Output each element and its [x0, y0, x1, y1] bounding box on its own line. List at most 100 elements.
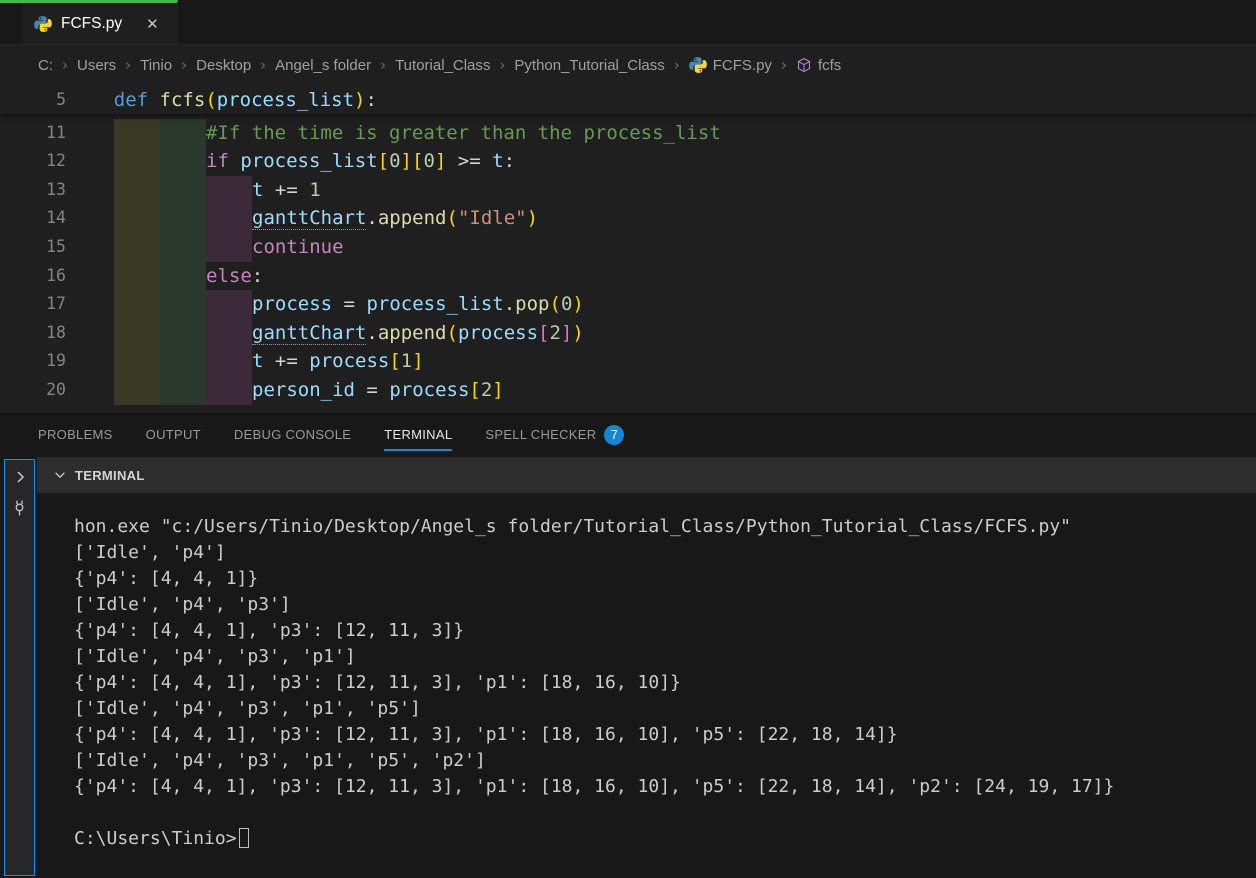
- line-number[interactable]: 18: [0, 319, 68, 348]
- indent-guide-band: [114, 147, 160, 176]
- sticky-scroll-line[interactable]: 5 def fcfs(process_list):: [0, 85, 1256, 114]
- panel-side-strip: [0, 457, 37, 878]
- code-text: else:: [206, 262, 263, 291]
- editor-tab-bar: FCFS.py ✕: [0, 0, 1256, 45]
- terminal-panel: TERMINAL hon.exe "c:/Users/Tinio/Desktop…: [37, 457, 1256, 878]
- indent-guide-band: [160, 262, 206, 291]
- indent-guide-band: [206, 319, 252, 348]
- indent-guide-band: [68, 376, 114, 405]
- panel-tab-terminal[interactable]: TERMINAL: [384, 421, 452, 451]
- code-line[interactable]: 17 process = process_list.pop(0): [0, 290, 1256, 319]
- indent-guide-band: [206, 347, 252, 376]
- indent-guide-band: [68, 233, 114, 262]
- line-number[interactable]: 13: [0, 176, 68, 205]
- panel-tab-debug-console[interactable]: DEBUG CONSOLE: [234, 421, 351, 451]
- terminal-line: hon.exe "c:/Users/Tinio/Desktop/Angel_s …: [74, 514, 1248, 540]
- terminal-line: ['Idle', 'p4']: [74, 540, 1248, 566]
- code-line[interactable]: 19t += process[1]: [0, 347, 1256, 376]
- indent-guide-band: [114, 204, 160, 233]
- line-number[interactable]: 11: [0, 119, 68, 148]
- indent-guide-band: [206, 204, 252, 233]
- indent-guide-band: [160, 204, 206, 233]
- terminal-line: {'p4': [4, 4, 1], 'p3': [12, 11, 3], 'p1…: [74, 670, 1248, 696]
- indent-guide-band: [68, 290, 114, 319]
- indent-guide-band: [160, 119, 206, 148]
- line-number[interactable]: 19: [0, 347, 68, 376]
- terminal-content[interactable]: hon.exe "c:/Users/Tinio/Desktop/Angel_s …: [37, 493, 1256, 878]
- breadcrumb-item[interactable]: C:: [38, 57, 53, 74]
- code-line[interactable]: 11 #If the time is greater than the proce…: [0, 119, 1256, 148]
- indent-guide-band: [160, 319, 206, 348]
- indent-guide-band: [206, 290, 252, 319]
- breadcrumb-item[interactable]: Tutorial_Class: [395, 57, 490, 74]
- indent-guide-band: [68, 119, 114, 148]
- tab-bar-spacer: [0, 0, 22, 44]
- close-icon[interactable]: ✕: [142, 13, 163, 35]
- panel-body: TERMINAL hon.exe "c:/Users/Tinio/Desktop…: [0, 457, 1256, 878]
- indent-guide-band: [114, 376, 160, 405]
- indent-guide-band: [68, 347, 114, 376]
- line-number[interactable]: 14: [0, 204, 68, 233]
- vscode-window: FCFS.py ✕ C: › Users › Tinio › Desktop › Angel_s…: [0, 0, 1256, 878]
- indent-guide-band: [160, 347, 206, 376]
- breadcrumb-item[interactable]: Tinio: [140, 57, 172, 74]
- breadcrumb-separator: ›: [125, 56, 131, 74]
- chevron-right-icon[interactable]: [12, 469, 28, 485]
- terminal-prompt-line[interactable]: C:\Users\Tinio>: [74, 826, 1248, 852]
- code-line[interactable]: 15continue: [0, 233, 1256, 262]
- code-line[interactable]: 18 ganttChart.append(process[2]): [0, 319, 1256, 348]
- indent-guide-band: [206, 376, 252, 405]
- breadcrumb-item[interactable]: Users: [77, 57, 116, 74]
- breadcrumb-item[interactable]: fcfs: [796, 57, 841, 74]
- indent-guide-band: [206, 176, 252, 205]
- code-text: process = process_list.pop(0): [252, 290, 584, 319]
- code-line[interactable]: 16 else:: [0, 262, 1256, 291]
- plug-icon[interactable]: [11, 499, 28, 518]
- breadcrumb-separator: ›: [499, 56, 505, 74]
- line-number[interactable]: 15: [0, 233, 68, 262]
- panel-tab-output[interactable]: OUTPUT: [146, 421, 201, 451]
- code-line[interactable]: 20person_id = process[2]: [0, 376, 1256, 405]
- chevron-down-icon[interactable]: [53, 468, 67, 482]
- indent-guide-band: [68, 147, 114, 176]
- code-text: ganttChart.append(process[2]): [252, 319, 584, 348]
- line-number[interactable]: 17: [0, 290, 68, 319]
- code-text: if process_list[0][0] >= t:: [206, 147, 515, 176]
- terminal-cursor: [239, 828, 249, 848]
- breadcrumb-separator: ›: [674, 56, 680, 74]
- indent-guide-band: [160, 176, 206, 205]
- code-text: #If the time is greater than the process…: [206, 119, 721, 148]
- code-line[interactable]: 12 if process_list[0][0] >= t:: [0, 147, 1256, 176]
- indent-guide-band: [68, 204, 114, 233]
- terminal-line: ['Idle', 'p4', 'p3']: [74, 592, 1248, 618]
- breadcrumb-item[interactable]: Python_Tutorial_Class: [514, 57, 664, 74]
- code-text: ganttChart.append("Idle"): [252, 204, 538, 233]
- cube-icon: [796, 57, 812, 73]
- panel-tab-problems[interactable]: PROBLEMS: [38, 421, 113, 451]
- code-editor[interactable]: 5 def fcfs(process_list): 11 #If the time…: [0, 85, 1256, 413]
- indent-guide-band: [68, 262, 114, 291]
- indent-guide-band: [114, 319, 160, 348]
- line-number[interactable]: 16: [0, 262, 68, 291]
- indent-guide-band: [114, 262, 160, 291]
- terminal-line: [74, 800, 1248, 826]
- tab-fcfs-py[interactable]: FCFS.py ✕: [22, 0, 178, 44]
- breadcrumb-item[interactable]: Desktop: [196, 57, 251, 74]
- breadcrumb-item[interactable]: FCFS.py: [689, 56, 772, 74]
- terminal-section-label: TERMINAL: [75, 468, 145, 483]
- terminal-section-header[interactable]: TERMINAL: [37, 457, 1256, 493]
- line-number[interactable]: 20: [0, 376, 68, 405]
- line-number[interactable]: 12: [0, 147, 68, 176]
- terminal-line: ['Idle', 'p4', 'p3', 'p1', 'p5', 'p2']: [74, 748, 1248, 774]
- terminal-line: {'p4': [4, 4, 1], 'p3': [12, 11, 3], 'p1…: [74, 774, 1248, 800]
- breadcrumb-separator: ›: [260, 56, 266, 74]
- panel-tab-spell-checker[interactable]: SPELL CHECKER7: [485, 421, 624, 451]
- breadcrumb-separator: ›: [181, 56, 187, 74]
- code-line[interactable]: 14 ganttChart.append("Idle"): [0, 204, 1256, 233]
- indent-guide-band: [160, 376, 206, 405]
- badge: 7: [604, 425, 624, 445]
- indent-guide-band: [114, 119, 160, 148]
- code-line[interactable]: 13t += 1: [0, 176, 1256, 205]
- sticky-code-text: def fcfs(process_list):: [68, 85, 377, 114]
- breadcrumb-item[interactable]: Angel_s folder: [275, 57, 371, 74]
